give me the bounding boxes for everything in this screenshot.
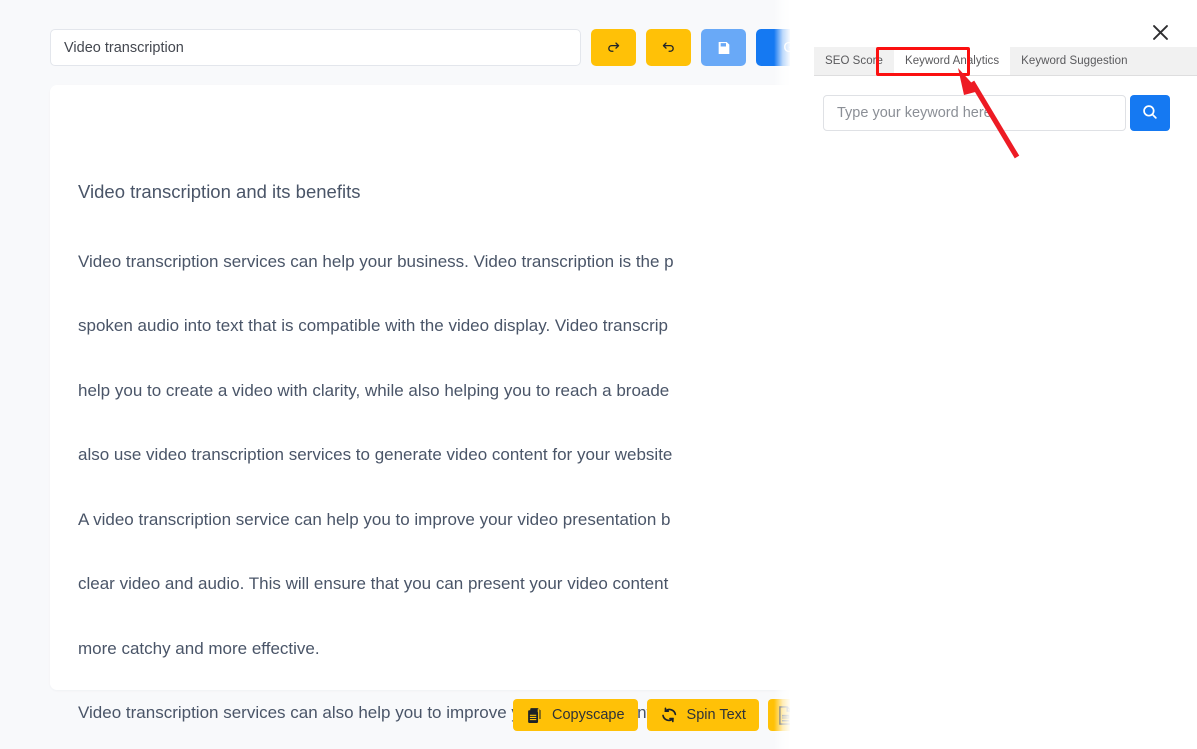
search-icon bbox=[1141, 103, 1159, 124]
save-button[interactable] bbox=[701, 29, 746, 66]
copyscape-document-icon bbox=[526, 707, 543, 724]
undo-icon bbox=[661, 40, 676, 55]
tab-keyword-analytics[interactable]: Keyword Analytics bbox=[893, 47, 1011, 75]
save-icon bbox=[716, 40, 732, 56]
application-window: Ge Video transcription and its benefits … bbox=[0, 0, 1197, 749]
keyword-search-button[interactable] bbox=[1130, 95, 1170, 131]
tab-keyword-suggestion[interactable]: Keyword Suggestion bbox=[1010, 47, 1138, 75]
tab-keyword-analytics-label: Keyword Analytics bbox=[904, 55, 1000, 67]
panel-tab-strip: SEO Score Keyword Analytics Keyword Sugg… bbox=[814, 47, 1197, 75]
editor-area: Ge Video transcription and its benefits … bbox=[0, 0, 850, 749]
document-line: clear video and audio. This will ensure … bbox=[78, 574, 669, 594]
close-icon bbox=[1150, 22, 1171, 46]
document-line: spoken audio into text that is compatibl… bbox=[78, 316, 668, 336]
document-content[interactable]: Video transcription and its benefits Vid… bbox=[78, 180, 808, 749]
spin-refresh-icon bbox=[660, 706, 678, 724]
document-editor-card[interactable]: Video transcription and its benefits Vid… bbox=[50, 85, 830, 722]
close-panel-button[interactable] bbox=[1144, 18, 1176, 50]
document-action-bar: Copyscape Spin Text DOC bbox=[513, 699, 812, 731]
document-line: A video transcription service can help y… bbox=[78, 509, 671, 529]
document-line: help you to create a video with clarity,… bbox=[78, 380, 670, 400]
spin-text-label: Spin Text bbox=[686, 707, 746, 723]
tab-seo-score[interactable]: SEO Score bbox=[814, 47, 894, 75]
document-line: more catchy and more effective. bbox=[78, 638, 320, 658]
redo-button[interactable] bbox=[591, 29, 636, 66]
copyscape-button[interactable]: Copyscape bbox=[513, 699, 638, 731]
tab-keyword-suggestion-label: Keyword Suggestion bbox=[1021, 55, 1128, 67]
article-title-input[interactable] bbox=[50, 29, 581, 66]
document-line: Video transcription services can help yo… bbox=[78, 251, 674, 271]
redo-icon bbox=[606, 40, 621, 55]
document-line: also use video transcription services to… bbox=[78, 445, 673, 465]
svg-text:DOC: DOC bbox=[782, 714, 790, 718]
tab-seo-score-label: SEO Score bbox=[825, 55, 883, 67]
document-heading: Video transcription and its benefits bbox=[78, 181, 361, 202]
editor-toolbar: Ge bbox=[50, 29, 830, 66]
keyword-search-input[interactable] bbox=[823, 95, 1126, 131]
spin-text-button[interactable]: Spin Text bbox=[646, 699, 759, 731]
tab-strip-divider bbox=[814, 75, 1197, 76]
undo-button[interactable] bbox=[646, 29, 691, 66]
copyscape-label: Copyscape bbox=[552, 707, 625, 723]
keyword-search-row bbox=[823, 95, 1170, 131]
